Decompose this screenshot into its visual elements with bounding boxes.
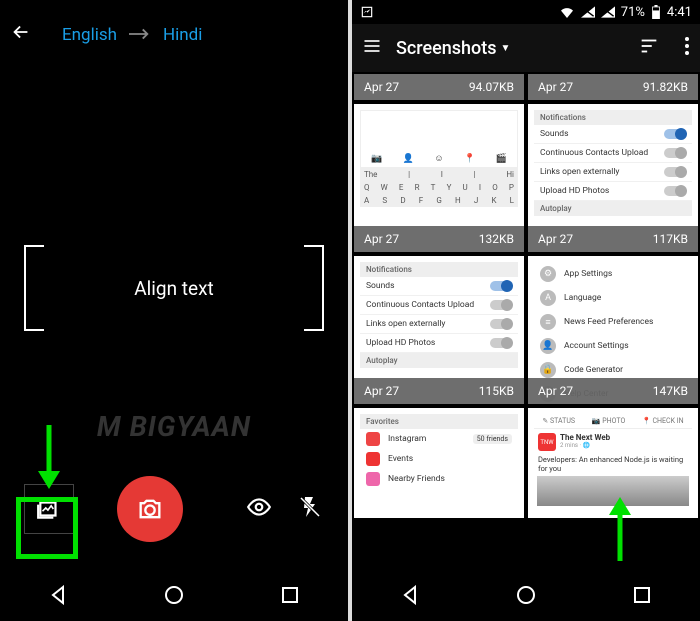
- thumbnail-item[interactable]: Apr 2794.07KB: [354, 74, 524, 100]
- align-text-frame: Align text: [24, 245, 324, 331]
- flash-off-icon[interactable]: [298, 495, 322, 523]
- clock-time: 4:41: [667, 5, 692, 20]
- nav-recents-icon[interactable]: [630, 583, 654, 611]
- toolbar-title-text: Screenshots: [396, 38, 497, 59]
- signal-icon-2: [601, 6, 615, 18]
- gallery-panel: 71% 4:41 Screenshots ▼ Apr 2794.07KB Apr…: [352, 0, 700, 621]
- thumbnail-grid[interactable]: Apr 2794.07KB Apr 2791.82KB 📷👤☺📍🎬 The|I|…: [352, 72, 700, 621]
- nav-back-icon[interactable]: [398, 583, 422, 611]
- nav-home-icon[interactable]: [162, 583, 186, 611]
- android-navbar: [352, 573, 700, 621]
- camera-controls: [0, 459, 348, 559]
- battery-percent: 71%: [621, 5, 645, 20]
- signal-icon: [581, 6, 595, 18]
- bracket-right-icon: [304, 245, 324, 331]
- shutter-button[interactable]: [117, 476, 183, 542]
- wifi-icon: [559, 6, 575, 18]
- thumbnail-item[interactable]: 📷👤☺📍🎬 The|I|Hi QWERTYUIOP ASDFGHJKL Apr …: [354, 104, 524, 252]
- watermark-text: M BIGYAAN: [97, 410, 251, 443]
- thumbnail-item[interactable]: Notifications Sounds Continuous Contacts…: [528, 104, 698, 252]
- translate-header: English Hindi: [0, 0, 348, 70]
- back-arrow-icon[interactable]: [10, 21, 32, 49]
- thumbnail-item[interactable]: Notifications Sounds Continuous Contacts…: [354, 256, 524, 404]
- battery-icon: [651, 5, 661, 19]
- gallery-toolbar: Screenshots ▼: [352, 24, 700, 72]
- screenshot-notif-icon: [360, 5, 374, 19]
- status-bar: 71% 4:41: [352, 0, 700, 24]
- thumbnail-item[interactable]: ⚙App Settings ALanguage ≡News Feed Prefe…: [528, 256, 698, 404]
- source-language[interactable]: English: [62, 25, 117, 45]
- thumbnail-item[interactable]: Apr 2791.82KB: [528, 74, 698, 100]
- nav-back-icon[interactable]: [46, 583, 70, 611]
- gallery-button[interactable]: [24, 484, 74, 534]
- overflow-icon[interactable]: [684, 36, 690, 60]
- nav-recents-icon[interactable]: [278, 583, 302, 611]
- align-text-label: Align text: [134, 277, 213, 300]
- dropdown-caret-icon: ▼: [501, 43, 511, 54]
- eye-icon[interactable]: [246, 494, 272, 524]
- thumbnail-item[interactable]: Favorites Instagram50 friends Events Nea…: [354, 408, 524, 518]
- toolbar-title[interactable]: Screenshots ▼: [396, 38, 624, 59]
- translate-camera-panel: English Hindi Align text M BIGYAAN: [0, 0, 348, 621]
- android-navbar: [0, 573, 348, 621]
- bracket-left-icon: [24, 245, 44, 331]
- sort-icon[interactable]: [638, 35, 660, 61]
- menu-icon[interactable]: [362, 36, 382, 61]
- thumbnail-item[interactable]: ✎ STATUS📷 PHOTO📍 CHECK IN TNW The Next W…: [528, 408, 698, 518]
- target-language[interactable]: Hindi: [163, 25, 202, 45]
- camera-icon: [136, 495, 164, 523]
- nav-home-icon[interactable]: [514, 583, 538, 611]
- gallery-icon: [36, 496, 62, 522]
- swap-arrow-icon[interactable]: [129, 26, 151, 45]
